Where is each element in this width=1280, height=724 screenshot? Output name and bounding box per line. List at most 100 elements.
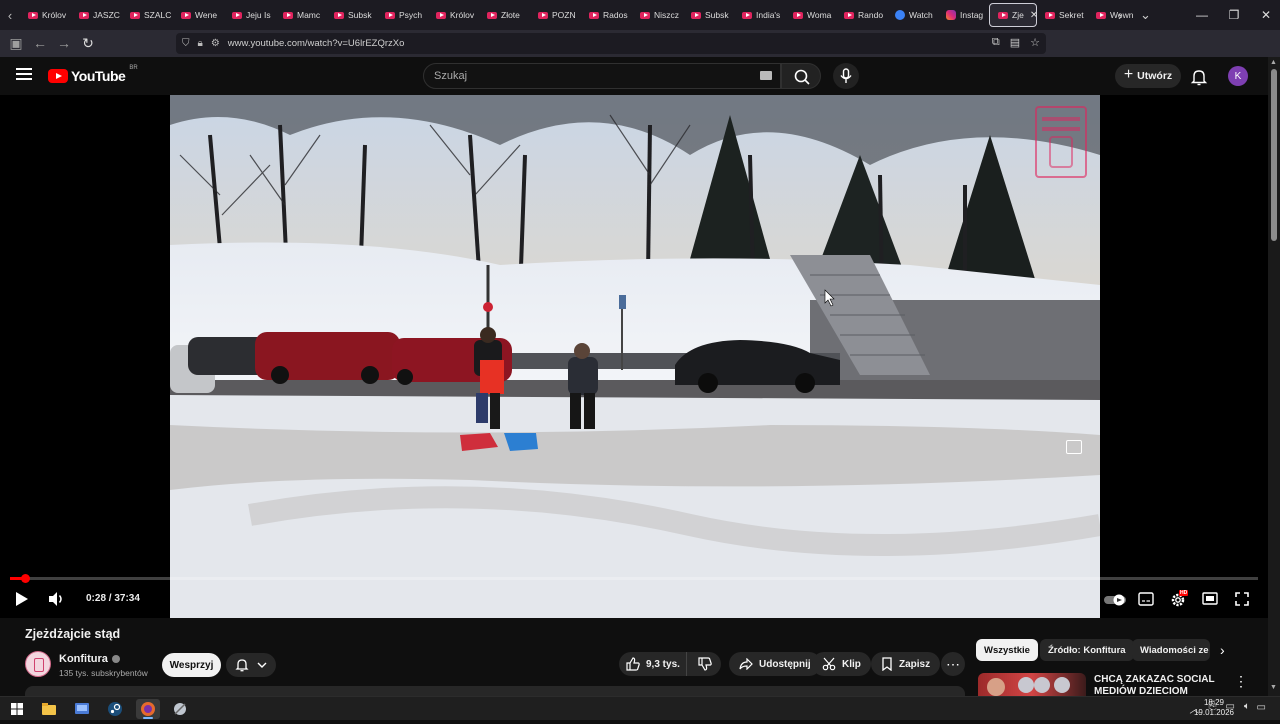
like-button[interactable]: 9,3 tys. xyxy=(619,652,687,676)
autoplay-toggle[interactable] xyxy=(1104,593,1126,611)
windows-start-icon[interactable] xyxy=(8,700,26,718)
minimize-icon[interactable]: — xyxy=(1186,8,1218,22)
forward-icon[interactable]: → xyxy=(52,35,76,51)
recommendation-thumbnail[interactable] xyxy=(978,673,1086,696)
youtube-icon xyxy=(334,11,344,19)
account-avatar[interactable]: K xyxy=(1228,66,1248,86)
taskbar-clock[interactable]: 18:29 19.01.2026 xyxy=(1194,698,1234,718)
subscription-notifications-button[interactable] xyxy=(226,653,276,677)
close-tab-icon[interactable]: ✕ xyxy=(1030,10,1036,21)
hamburger-menu-icon[interactable] xyxy=(16,68,32,82)
channel-avatar[interactable] xyxy=(25,651,51,677)
volume-tray-icon[interactable]: 🔈︎ xyxy=(1244,701,1250,716)
save-button[interactable]: Zapisz xyxy=(871,652,941,676)
recommendation-menu-icon[interactable]: ⋮ xyxy=(1234,673,1248,690)
channel-name-link[interactable]: Konfitura xyxy=(59,653,120,665)
tab-list-dropdown-icon[interactable]: ⌄ xyxy=(1140,0,1151,30)
share-button[interactable]: Udostępnij xyxy=(729,652,821,676)
browser-tab[interactable]: Instag xyxy=(938,0,989,30)
fullscreen-button[interactable] xyxy=(1234,591,1250,612)
tabs-scroll-right-icon[interactable]: › xyxy=(1118,0,1122,30)
scroll-up-arrow-icon[interactable]: ▲ xyxy=(1270,59,1277,66)
browser-tab[interactable]: Watch xyxy=(887,0,938,30)
video-player[interactable] xyxy=(0,95,1268,618)
search-icon xyxy=(794,69,810,85)
scroll-down-arrow-icon[interactable]: ▼ xyxy=(1270,684,1277,691)
browser-tab[interactable]: Subsk xyxy=(683,0,734,30)
satellite-app-icon[interactable] xyxy=(171,700,189,718)
youtube-logo[interactable]: YouTube BR xyxy=(48,65,138,84)
browser-tab[interactable]: Niszcz xyxy=(632,0,683,30)
tab-label: Złote xyxy=(501,10,520,20)
video-frame[interactable] xyxy=(170,95,1100,618)
tab-label: Jeju Is xyxy=(246,10,271,20)
clip-label: Klip xyxy=(842,658,861,670)
browser-tab[interactable]: Królov xyxy=(20,0,71,30)
url-text: www.youtube.com/watch?v=U6lrEZQrzXo xyxy=(227,38,405,49)
browser-tab[interactable]: JASZC xyxy=(71,0,122,30)
restore-icon[interactable]: ❐ xyxy=(1218,8,1250,22)
notifications-bell-icon[interactable] xyxy=(1190,68,1208,91)
firefox-taskbar-icon[interactable] xyxy=(136,699,160,719)
description-box[interactable] xyxy=(25,686,965,696)
search-button[interactable] xyxy=(781,63,821,89)
reload-icon[interactable]: ↻ xyxy=(76,35,100,52)
browser-tab[interactable]: Złote xyxy=(479,0,530,30)
tabs-scroll-left-icon[interactable]: ‹ xyxy=(0,8,20,23)
voice-search-button[interactable] xyxy=(833,63,859,89)
page-scrollbar[interactable]: ▲ ▼ xyxy=(1268,57,1280,696)
browser-tab[interactable]: Wene xyxy=(173,0,224,30)
chip-all[interactable]: Wszystkie xyxy=(976,639,1038,661)
browser-tab[interactable]: SZALC xyxy=(122,0,173,30)
chip-world-news[interactable]: Wiadomości ze ś xyxy=(1132,639,1210,661)
recommendation-title[interactable]: CHCĄ ZAKAZAĆ SOCIAL MEDIÓW DZIECIOM xyxy=(1094,674,1222,696)
settings-app-icon[interactable] xyxy=(73,700,91,718)
address-bar[interactable]: ⛉ 🔒︎ ⚙︎ www.youtube.com/watch?v=U6lrEZQr… xyxy=(176,33,1046,54)
browser-tab[interactable]: Rados xyxy=(581,0,632,30)
browser-tab[interactable]: Jeju Is xyxy=(224,0,275,30)
chevron-right-icon[interactable]: › xyxy=(1220,642,1225,658)
subscriber-count: 135 tys. subskrybentów xyxy=(59,668,148,678)
browser-tab[interactable]: Wewn xyxy=(1088,0,1139,30)
picture-in-picture-overlay-icon[interactable] xyxy=(1066,440,1082,454)
notifications-center-icon[interactable]: ▭ xyxy=(1257,702,1266,713)
more-actions-icon[interactable]: ⋯ xyxy=(941,652,965,676)
close-window-icon[interactable]: ✕ xyxy=(1250,8,1280,22)
subtitles-button[interactable] xyxy=(1138,592,1154,611)
reader-view-icon[interactable]: ▤ xyxy=(1010,36,1020,49)
browser-tab[interactable]: Królov xyxy=(428,0,479,30)
search-input[interactable]: Szukaj xyxy=(423,63,781,89)
keyboard-icon[interactable] xyxy=(760,71,772,80)
back-icon[interactable]: ← xyxy=(28,35,52,51)
clip-button[interactable]: Klip xyxy=(812,652,871,676)
permissions-icon[interactable]: ⚙︎ xyxy=(211,38,220,49)
video-progress-bar[interactable] xyxy=(10,574,1258,583)
browser-tab[interactable]: Mamc xyxy=(275,0,326,30)
chip-source-channel[interactable]: Źródło: Konfitura xyxy=(1040,639,1134,661)
dislike-button[interactable] xyxy=(689,652,721,676)
browser-tab[interactable]: Woma xyxy=(785,0,836,30)
browser-tab[interactable]: Rando xyxy=(836,0,887,30)
browser-tab[interactable]: POZN xyxy=(530,0,581,30)
browser-tab[interactable]: Psych xyxy=(377,0,428,30)
bookmark-star-icon[interactable]: ☆ xyxy=(1030,36,1040,49)
scrollbar-thumb[interactable] xyxy=(1271,69,1277,241)
mute-button[interactable] xyxy=(47,590,65,613)
browser-tab[interactable]: Zje ✕ xyxy=(989,3,1037,27)
browser-tab[interactable]: Subsk xyxy=(326,0,377,30)
theater-mode-button[interactable] xyxy=(1202,592,1218,611)
play-button[interactable] xyxy=(14,590,30,613)
settings-button[interactable]: HD xyxy=(1170,590,1189,614)
file-explorer-icon[interactable] xyxy=(40,700,58,718)
sidebar-toggle-icon[interactable]: ▣ xyxy=(4,35,28,52)
browser-tab[interactable]: Sekret xyxy=(1037,0,1088,30)
youtube-icon xyxy=(1096,11,1106,19)
browser-tab[interactable]: India's xyxy=(734,0,785,30)
tracking-protection-icon[interactable]: ⛉ xyxy=(182,38,190,49)
youtube-icon xyxy=(79,11,89,19)
steam-icon[interactable] xyxy=(106,700,124,718)
create-button[interactable]: + Utwórz xyxy=(1115,64,1181,88)
lock-icon[interactable]: 🔒︎ xyxy=(198,38,203,49)
picture-in-picture-icon[interactable]: ⧉ xyxy=(992,36,1000,49)
support-button[interactable]: Wesprzyj xyxy=(162,653,221,677)
